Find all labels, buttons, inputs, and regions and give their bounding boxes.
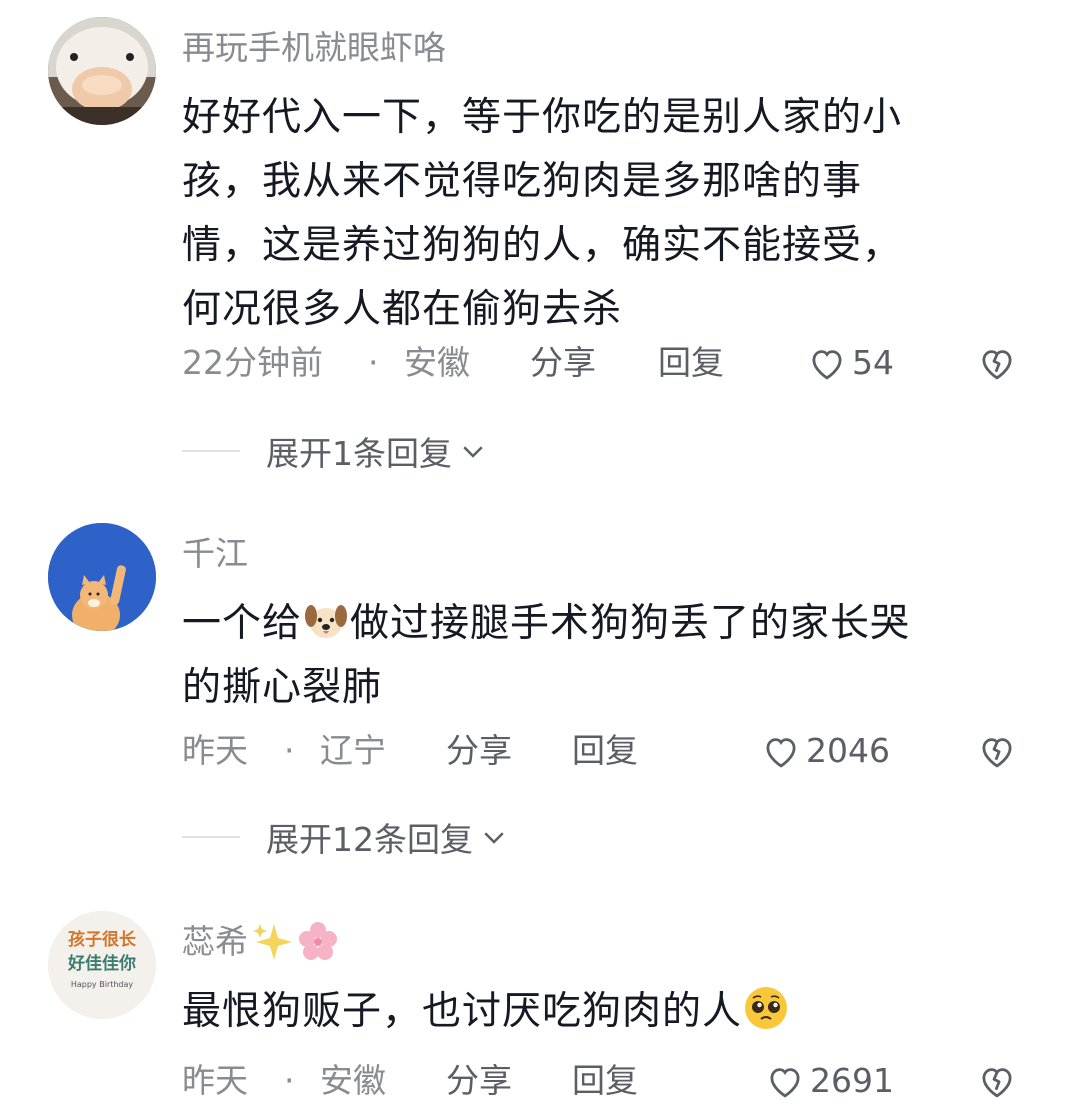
dog-face-emoji-icon [305, 605, 348, 638]
comment-text: 一个给 做过接腿手术狗狗丢了的家长哭 的撕心裂肺 [182, 592, 1022, 720]
location: 安徽 [404, 343, 470, 382]
username-row: 蕊希 [182, 920, 340, 964]
avatar-text: 好佳佳你 [67, 953, 136, 974]
broken-heart-icon[interactable] [976, 1060, 1018, 1102]
text-segment: 一个给 [182, 601, 303, 646]
avatar[interactable]: 孩子很长 好佳佳你 Happy Birthday [48, 911, 156, 1019]
expand-label: 展开1条回复 [266, 434, 452, 473]
timestamp: 昨天 [182, 731, 248, 770]
separator-dot: · [368, 343, 379, 382]
cake-avatar-image: 孩子很长 好佳佳你 Happy Birthday [48, 911, 156, 1019]
share-button[interactable]: 分享 [530, 338, 596, 388]
separator-dot: · [284, 731, 295, 770]
comment-text: 好好代入一下，等于你吃的是别人家的小 孩，我从来不觉得吃狗肉是多那啥的事 情，这… [182, 86, 1022, 342]
location: 辽宁 [320, 731, 386, 770]
comment-meta: 22分钟前 · 安徽 分享 回复 54 [182, 338, 1032, 388]
expand-label: 展开12条回复 [266, 820, 473, 859]
reply-button[interactable]: 回复 [572, 1056, 638, 1106]
like-count: 2046 [806, 731, 890, 770]
chevron-down-icon [463, 446, 483, 458]
like-button[interactable]: 2046 [760, 726, 890, 776]
comment-text-line: 情，这是养过狗狗的人，确实不能接受， [182, 223, 903, 268]
timestamp: 22分钟前 [182, 343, 323, 382]
avatar[interactable] [48, 523, 156, 631]
avatar[interactable] [48, 17, 156, 125]
like-button[interactable]: 2691 [764, 1056, 894, 1106]
comment-text-line: 一个给 做过接腿手术狗狗丢了的家长哭 [182, 592, 1022, 656]
comment-text-line: 最恨狗贩子，也讨厌吃狗肉的人 [182, 980, 1022, 1044]
timestamp: 昨天 [182, 1061, 248, 1100]
text-segment: 做过接腿手术狗狗丢了的家长哭 [350, 601, 911, 646]
comment-text-line: 好好代入一下，等于你吃的是别人家的小 [182, 95, 903, 140]
comment-text-line: 何况很多人都在偷狗去杀 [182, 287, 623, 332]
username[interactable]: 再玩手机就眼虾咯 [182, 28, 446, 68]
comment-text-line: 的撕心裂肺 [182, 665, 383, 710]
broken-heart-icon[interactable] [976, 342, 1018, 384]
username[interactable]: 千江 [182, 534, 248, 574]
username[interactable]: 蕊希 [182, 922, 248, 962]
cat-avatar-image [48, 523, 156, 631]
share-button[interactable]: 分享 [446, 1056, 512, 1106]
heart-icon [770, 1068, 800, 1098]
divider-line [182, 836, 240, 838]
chevron-down-icon [484, 832, 504, 844]
divider-line [182, 450, 240, 452]
share-button[interactable]: 分享 [446, 726, 512, 776]
heart-icon [812, 350, 842, 380]
reply-button[interactable]: 回复 [658, 338, 724, 388]
expand-replies-button[interactable]: 展开12条回复 [182, 812, 509, 862]
heart-icon [766, 738, 796, 768]
comment-text-line: 孩，我从来不觉得吃狗肉是多那啥的事 [182, 159, 863, 204]
avatar-text: 孩子很长 [68, 929, 137, 950]
separator-dot: · [284, 1061, 295, 1100]
reply-button[interactable]: 回复 [572, 726, 638, 776]
comment-text: 最恨狗贩子，也讨厌吃狗肉的人 [182, 980, 1022, 1044]
comment-meta: 昨天 · 辽宁 分享 回复 2046 [182, 726, 1032, 776]
like-count: 54 [852, 343, 894, 382]
sparkles-icon [253, 924, 292, 960]
comment-meta: 昨天 · 安徽 分享 回复 2691 [182, 1056, 1032, 1106]
duck-avatar-image [48, 17, 156, 125]
pleading-face-emoji-icon [745, 987, 788, 1029]
like-count: 2691 [810, 1061, 894, 1100]
text-segment: 最恨狗贩子，也讨厌吃狗肉的人 [182, 989, 743, 1034]
broken-heart-icon[interactable] [976, 730, 1018, 772]
cherry-blossom-icon [299, 922, 337, 960]
like-button[interactable]: 54 [806, 338, 894, 388]
expand-replies-button[interactable]: 展开1条回复 [182, 426, 488, 476]
avatar-text: Happy Birthday [71, 980, 134, 989]
location: 安徽 [320, 1061, 386, 1100]
